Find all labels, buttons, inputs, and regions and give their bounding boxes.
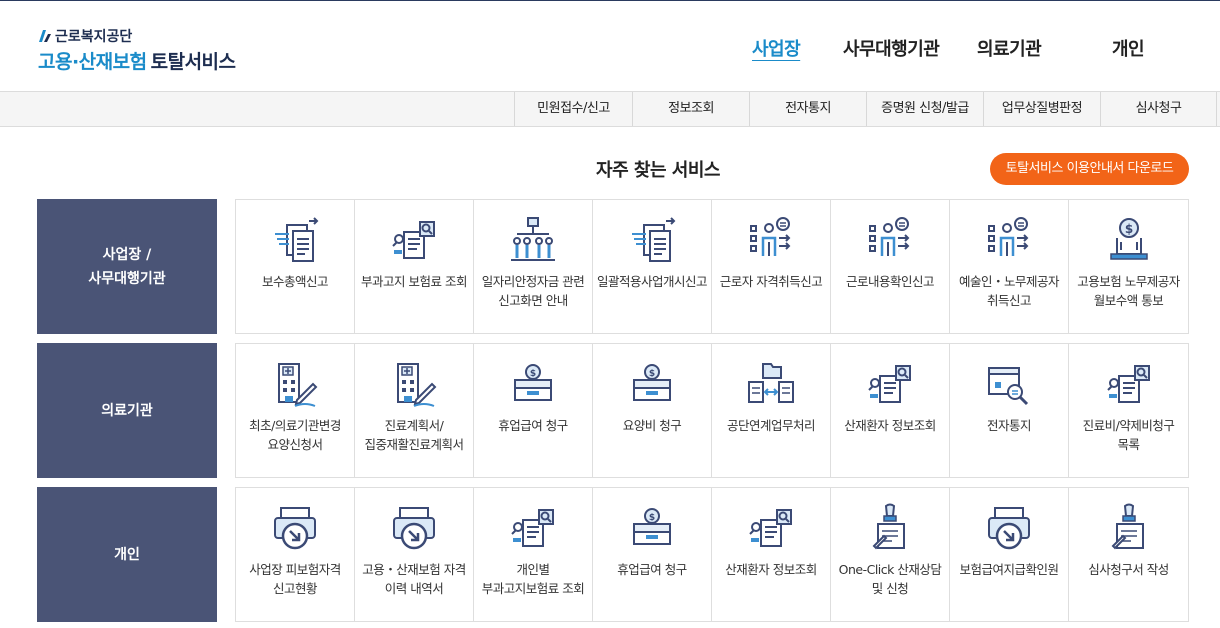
service-item[interactable]: 진료계획서/집중재활진료계획서 [355, 344, 474, 477]
folder-exchange-icon [741, 356, 801, 412]
money-box-icon: $ [622, 500, 682, 556]
service-item[interactable]: $ 휴업급여 청구 [474, 344, 593, 477]
service-item-label: 근로내용확인신고 [845, 274, 935, 289]
service-item[interactable]: $ 요양비 청구 [593, 344, 712, 477]
service-item-label: 전자통지 [986, 418, 1032, 433]
service-item[interactable]: $ 휴업급여 청구 [593, 488, 712, 621]
service-grid: 최초/의료기관변경 요양신청서 진료계획서/집중재활진료계획서 $ 휴업급여 청… [235, 343, 1189, 478]
gnb-item-workplace[interactable]: 사업장 [752, 35, 801, 61]
money-laptop-icon: $ [1099, 212, 1159, 268]
hospital-pen-icon [265, 356, 325, 412]
document-search-icon [384, 212, 444, 268]
service-item-label: 진료계획서/집중재활진료계획서 [364, 418, 464, 452]
subnav-item-disease-judgement[interactable]: 업무상질병판정 [983, 92, 1100, 126]
category-label: 의료기관 [37, 343, 217, 478]
service-item-label: 휴업급여 청구 [617, 562, 687, 577]
money-box-icon: $ [503, 356, 563, 412]
service-grid: 보수총액신고 부과고지 보험료 조회 일자리안정자금 관련 신고화면 안내 일괄… [235, 199, 1189, 334]
service-item-label: 산재환자 정보조회 [725, 562, 817, 577]
service-item-label: 일괄적용사업개시신고 [597, 274, 708, 289]
subnav-item-civil-petition[interactable]: 민원접수/신고 [514, 92, 632, 126]
document-transfer-icon [622, 212, 682, 268]
service-item[interactable]: $ 고용보험 노무제공자 월보수액 통보 [1069, 200, 1188, 333]
site-header: 근로복지공단 고용·산재보험 토탈서비스 사업장 사무대행기관 의료기관 개인 [0, 1, 1220, 91]
service-item[interactable]: One-Click 산재상담 및 신청 [831, 488, 950, 621]
service-item-label: 휴업급여 청구 [498, 418, 568, 433]
service-item[interactable]: 보험급여지급확인원 [950, 488, 1069, 621]
service-item[interactable]: 보수총액신고 [236, 200, 355, 333]
money-box-icon: $ [622, 356, 682, 412]
service-item-label: 심사청구서 작성 [1088, 562, 1169, 577]
document-transfer-icon [265, 212, 325, 268]
service-item-label: 근로자 자격취득신고 [719, 274, 823, 289]
service-item[interactable]: 공단연계업무처리 [712, 344, 831, 477]
service-item[interactable]: 심사청구서 작성 [1069, 488, 1188, 621]
person-checklist-icon [860, 212, 920, 268]
service-item[interactable]: 진료비/약제비청구 목록 [1069, 344, 1188, 477]
service-item-label: 진료비/약제비청구 목록 [1082, 418, 1175, 452]
service-grid: 사업장 피보험자격 신고현황 고용・산재보험 자격 이력 내역서 개인별 부과고… [235, 487, 1189, 622]
gnb-item-medical[interactable]: 의료기관 [977, 35, 1042, 61]
service-item[interactable]: 산재환자 정보조회 [831, 344, 950, 477]
gnb-item-agency[interactable]: 사무대행기관 [843, 35, 940, 61]
service-item-label: 개인별 부과고지보험료 조회 [481, 562, 585, 596]
subnav-item-certificate[interactable]: 증명원 신청/발급 [866, 92, 983, 126]
subnav-item-e-notice[interactable]: 전자통지 [749, 92, 866, 126]
hospital-pen-icon [384, 356, 444, 412]
service-item-label: 공단연계업무처리 [726, 418, 816, 433]
service-item[interactable]: 전자통지 [950, 344, 1069, 477]
service-row-workplace: 사업장 / 사무대행기관 보수총액신고 부과고지 보험료 조회 일자리안정자금 … [37, 199, 1189, 334]
service-item-label: 요양비 청구 [622, 418, 682, 433]
document-search-icon [503, 500, 563, 556]
service-item[interactable]: 사업장 피보험자격 신고현황 [236, 488, 355, 621]
organization-icon [503, 212, 563, 268]
service-item[interactable]: 일괄적용사업개시신고 [593, 200, 712, 333]
service-item-label: 보험급여지급확인원 [959, 562, 1059, 577]
service-row-medical: 의료기관 최초/의료기관변경 요양신청서 진료계획서/집중재활진료계획서 $ 휴… [37, 343, 1189, 478]
svg-text:$: $ [649, 369, 655, 379]
svg-text:$: $ [1124, 222, 1132, 236]
service-item[interactable]: 일자리안정자금 관련 신고화면 안내 [474, 200, 593, 333]
box-magnifier-icon [979, 356, 1039, 412]
download-guide-button[interactable]: 토탈서비스 이용안내서 다운로드 [990, 153, 1189, 185]
sub-nav: 민원접수/신고 정보조회 전자통지 증명원 신청/발급 업무상질병판정 심사청구 [0, 91, 1220, 127]
service-item[interactable]: 부과고지 보험료 조회 [355, 200, 474, 333]
service-item-label: 사업장 피보험자격 신고현황 [249, 562, 341, 596]
person-checklist-icon [741, 212, 801, 268]
stamp-document-icon [1099, 500, 1159, 556]
service-item-label: 고용・산재보험 자격 이력 내역서 [362, 562, 466, 596]
service-item-label: 산재환자 정보조회 [844, 418, 936, 433]
printer-arrow-icon [265, 500, 325, 556]
service-item[interactable]: 산재환자 정보조회 [712, 488, 831, 621]
document-search-icon [860, 356, 920, 412]
service-item-label: 고용보험 노무제공자 월보수액 통보 [1077, 274, 1180, 308]
service-item[interactable]: 최초/의료기관변경 요양신청서 [236, 344, 355, 477]
service-item-label: 보수총액신고 [261, 274, 329, 289]
stamp-document-icon [860, 500, 920, 556]
category-label: 사업장 / 사무대행기관 [37, 199, 217, 334]
global-nav: 사업장 사무대행기관 의료기관 개인 [0, 35, 1220, 61]
printer-arrow-icon [979, 500, 1039, 556]
subnav-item-review-request[interactable]: 심사청구 [1100, 92, 1217, 126]
service-item-label: 예술인・노무제공자 취득신고 [958, 274, 1060, 308]
person-checklist-icon [979, 212, 1039, 268]
subnav-item-info-inquiry[interactable]: 정보조회 [632, 92, 749, 126]
service-item-label: One-Click 산재상담 및 신청 [838, 562, 942, 596]
service-item[interactable]: 예술인・노무제공자 취득신고 [950, 200, 1069, 333]
service-item-label: 부과고지 보험료 조회 [361, 274, 467, 289]
svg-text:$: $ [649, 513, 655, 523]
service-item[interactable]: 근로자 자격취득신고 [712, 200, 831, 333]
service-row-individual: 개인 사업장 피보험자격 신고현황 고용・산재보험 자격 이력 내역서 개인별 … [37, 487, 1189, 622]
category-label: 개인 [37, 487, 217, 622]
document-search-icon [741, 500, 801, 556]
service-item[interactable]: 개인별 부과고지보험료 조회 [474, 488, 593, 621]
service-item[interactable]: 근로내용확인신고 [831, 200, 950, 333]
document-search-icon [1099, 356, 1159, 412]
service-item[interactable]: 고용・산재보험 자격 이력 내역서 [355, 488, 474, 621]
printer-arrow-icon [384, 500, 444, 556]
service-item-label: 일자리안정자금 관련 신고화면 안내 [481, 274, 585, 308]
service-item-label: 최초/의료기관변경 요양신청서 [249, 418, 341, 452]
svg-text:$: $ [530, 369, 536, 379]
gnb-item-individual[interactable]: 개인 [1112, 35, 1145, 61]
